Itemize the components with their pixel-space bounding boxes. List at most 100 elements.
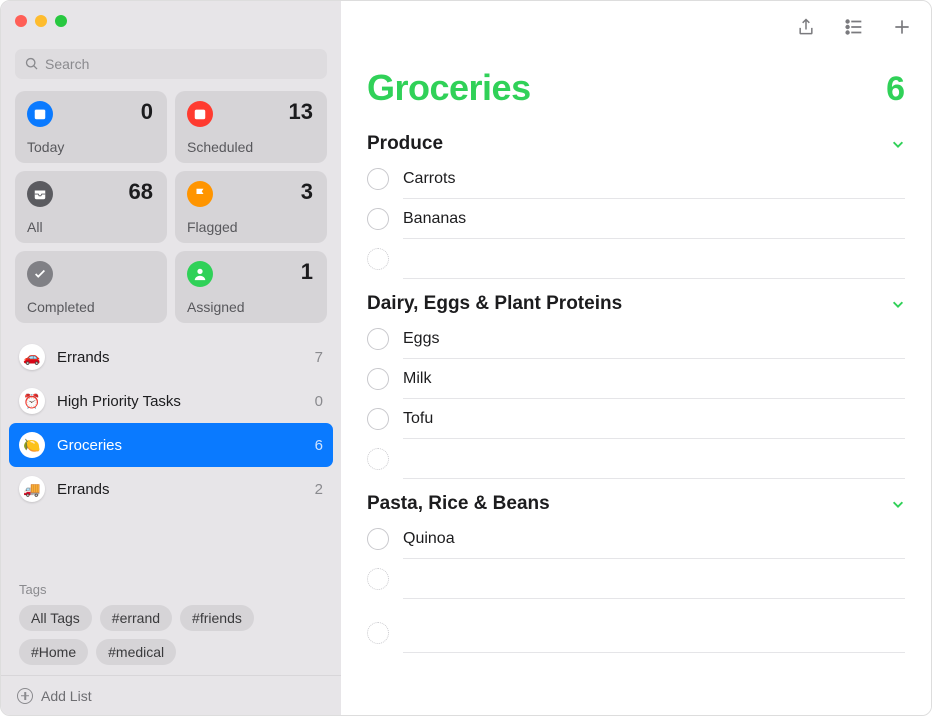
list-name: Errands [57,481,315,498]
smart-scheduled-label: Scheduled [187,139,253,155]
tag-errand[interactable]: #errand [100,605,172,631]
sidebar-list-high-priority-tasks[interactable]: ⏰High Priority Tasks0 [1,379,341,423]
chevron-down-icon[interactable] [891,497,905,511]
list-count: 7 [315,349,323,366]
smart-all-count: 68 [129,179,153,205]
reminder-item[interactable]: Milk [367,359,905,399]
tray-icon [27,181,53,207]
sidebar-list-errands[interactable]: 🚚 Errands2 [1,467,341,511]
complete-toggle[interactable] [367,328,389,350]
sidebar-list-errands[interactable]: 🚗 Errands7 [1,335,341,379]
smart-all[interactable]: 68 All [15,171,167,243]
tag-alltags[interactable]: All Tags [19,605,92,631]
new-reminder-placeholder[interactable] [367,559,905,599]
smart-assigned-count: 1 [301,259,313,285]
complete-toggle[interactable] [367,368,389,390]
reminder-title[interactable]: Eggs [403,319,905,359]
section-header: Produce [367,119,905,159]
list-emoji-icon: 🚗 [19,344,45,370]
list-count: 2 [315,481,323,498]
add-list-label: Add List [41,688,92,704]
add-reminder-circle[interactable] [367,568,389,590]
section-pasta-rice-beans: Pasta, Rice & BeansQuinoa [341,479,931,599]
new-reminder-placeholder[interactable] [367,439,905,479]
list-emoji-icon: 🚚 [19,476,45,502]
reminder-title[interactable] [403,613,905,653]
section-header: Pasta, Rice & Beans [367,479,905,519]
chevron-down-icon[interactable] [891,297,905,311]
section-title: Dairy, Eggs & Plant Proteins [367,293,891,315]
chevron-down-icon[interactable] [891,137,905,151]
smart-assigned[interactable]: 1 Assigned [175,251,327,323]
smart-all-label: All [27,219,43,235]
complete-toggle[interactable] [367,528,389,550]
smart-today-count: 0 [141,99,153,125]
reminder-title[interactable]: Tofu [403,399,905,439]
tag-home[interactable]: #Home [19,639,88,665]
sidebar-list-groceries[interactable]: 🍋Groceries6 [9,423,333,467]
smart-flagged-label: Flagged [187,219,238,235]
calendar-icon [187,101,213,127]
tag-medical[interactable]: #medical [96,639,176,665]
smart-today-label: Today [27,139,64,155]
add-reminder-circle[interactable] [367,448,389,470]
smart-scheduled-count: 13 [289,99,313,125]
list-header: Groceries 6 [341,53,931,119]
reminder-title[interactable]: Milk [403,359,905,399]
reminder-item[interactable]: Carrots [367,159,905,199]
search-icon [25,57,45,71]
tag-chips: All Tags #errand #friends #Home #medical [19,605,323,665]
complete-toggle[interactable] [367,168,389,190]
reminder-title[interactable]: Bananas [403,199,905,239]
window-controls [1,1,341,41]
smart-today[interactable]: 0 Today [15,91,167,163]
list-name: Errands [57,349,315,366]
list-title: Groceries [367,67,886,109]
tag-friends[interactable]: #friends [180,605,254,631]
window-close-button[interactable] [15,15,27,27]
reminder-title[interactable] [403,559,905,599]
section-header: Dairy, Eggs & Plant Proteins [367,279,905,319]
new-reminder-placeholder[interactable] [367,613,905,653]
search-input[interactable] [45,56,317,72]
list-emoji-icon: ⏰ [19,388,45,414]
search-field[interactable] [15,49,327,79]
section-title: Produce [367,133,891,155]
new-reminder-button[interactable] [891,16,913,38]
tags-section: Tags All Tags #errand #friends #Home #medica… [1,576,341,675]
list-count: 6 [315,437,323,454]
checkmark-icon [27,261,53,287]
reminder-item[interactable]: Eggs [367,319,905,359]
new-reminder-placeholder[interactable] [367,239,905,279]
smart-completed[interactable]: Completed [15,251,167,323]
reminders-content: Produce CarrotsBananas Dairy, Eggs & Plan… [341,119,931,715]
reminder-item[interactable]: Bananas [367,199,905,239]
smart-scheduled[interactable]: 13 Scheduled [175,91,327,163]
add-reminder-circle[interactable] [367,248,389,270]
complete-toggle[interactable] [367,208,389,230]
view-options-button[interactable] [843,16,865,38]
calendar-today-icon [27,101,53,127]
add-list-button[interactable]: Add List [1,675,341,715]
reminder-item[interactable]: Tofu [367,399,905,439]
my-lists: 🚗Errands7⏰High Priority Tasks0🍋Groceries… [1,335,341,576]
tags-header: Tags [19,582,323,597]
reminder-title[interactable]: Carrots [403,159,905,199]
smart-lists-grid: 0 Today 13 Scheduled 68 All 3 Flagged [1,91,341,323]
window-minimize-button[interactable] [35,15,47,27]
person-icon [187,261,213,287]
uncategorized-section [341,599,931,653]
complete-toggle[interactable] [367,408,389,430]
share-button[interactable] [795,16,817,38]
add-reminder-circle[interactable] [367,622,389,644]
reminder-title[interactable] [403,439,905,479]
window-maximize-button[interactable] [55,15,67,27]
section-dairy-eggs-plant-proteins: Dairy, Eggs & Plant Proteins EggsMilkTofu [341,279,931,479]
reminder-title[interactable] [403,239,905,279]
smart-flagged[interactable]: 3 Flagged [175,171,327,243]
smart-completed-label: Completed [27,299,95,315]
reminder-item[interactable]: Quinoa [367,519,905,559]
reminder-title[interactable]: Quinoa [403,519,905,559]
list-count: 0 [315,393,323,410]
main-panel: Groceries 6 Produce CarrotsBananas Dairy,… [341,1,931,715]
